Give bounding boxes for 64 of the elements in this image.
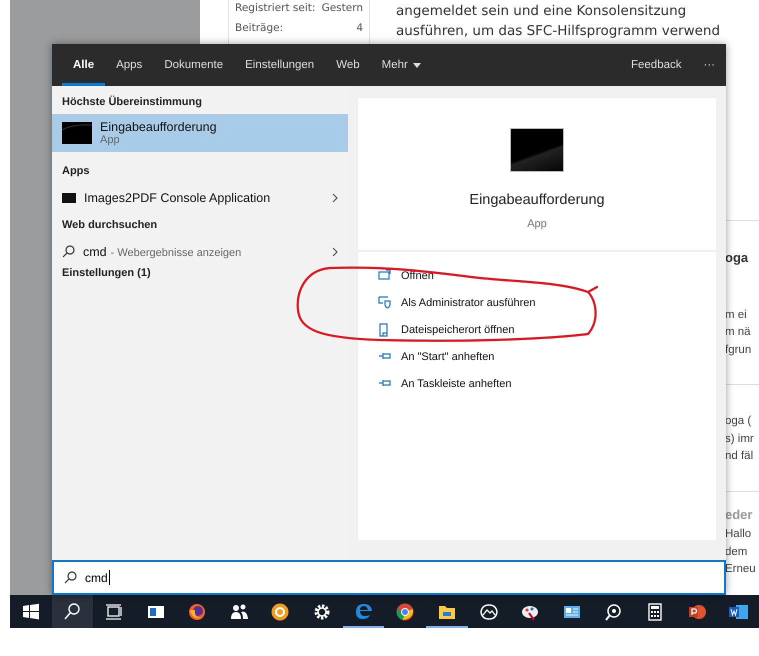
speaker-icon: [603, 602, 624, 622]
post-text: angemeldet sein und eine Konsolensitzung: [396, 2, 688, 21]
section-heading: Höchste Übereinstimmung: [61, 95, 203, 110]
caret-icon: [412, 62, 421, 68]
article-text: oga (: [725, 414, 752, 429]
detail-subtitle: App: [527, 218, 547, 230]
fox-globe-icon: [187, 602, 208, 622]
section-heading: Web durchsuchen: [61, 218, 158, 233]
shield-icon: [378, 296, 391, 310]
result-title: cmd: [83, 244, 107, 258]
article-text: Erneu: [725, 562, 757, 577]
search-icon: [64, 571, 77, 584]
task-view-icon: [104, 602, 124, 622]
settings-icon: [312, 602, 332, 622]
result-item[interactable]: Eingabeaufforderung App: [52, 114, 348, 152]
console-icon: [62, 122, 92, 144]
article-text: dem: [725, 544, 748, 560]
post-text: ausführen, um das SFC-Hilfsprogramm verwend: [396, 22, 720, 41]
ring-icon: [270, 602, 290, 622]
article-text: s) imr: [725, 432, 755, 446]
console-icon: [62, 192, 76, 202]
search-tab[interactable]: Einstellungen: [234, 44, 326, 86]
search-tab[interactable]: Mehr: [370, 44, 432, 86]
profile-label: Beiträge:: [235, 21, 284, 36]
result-item[interactable]: cmd - Webergebnisse anzeigen: [52, 237, 348, 266]
console-preview-icon: [510, 128, 564, 172]
profile-value: Gestern: [322, 1, 363, 16]
search-icon: [62, 245, 75, 258]
article-text: m ei: [725, 308, 748, 322]
taskbar-button[interactable]: [52, 595, 94, 628]
article-text: Hallo: [725, 527, 752, 542]
section-heading: Apps: [61, 164, 90, 179]
people-icon: [228, 602, 249, 622]
windows-icon: [20, 602, 41, 622]
result-title: Images2PDF Console Application: [84, 190, 270, 204]
photo-icon: [478, 602, 498, 622]
action-item[interactable]: Als Administrator ausführen: [378, 289, 536, 316]
article-title: oga: [725, 249, 750, 266]
open-window-icon: [378, 268, 391, 282]
feedback-button[interactable]: Feedback: [620, 44, 692, 86]
article-title: eder: [725, 506, 754, 523]
action-item[interactable]: Dateispeicherort öffnen: [378, 316, 515, 343]
search-tab[interactable]: Dokumente: [153, 44, 234, 86]
article-text: fgrun: [725, 342, 752, 358]
detail-title: Eingabeaufforderung: [469, 192, 605, 208]
more-options-button[interactable]: ···: [692, 44, 726, 86]
article-text: m nä: [725, 325, 752, 340]
profile-label: Registriert seit:: [235, 1, 316, 16]
result-hint: - Webergebnisse anzeigen: [110, 246, 242, 258]
search-tab[interactable]: Web: [325, 44, 371, 86]
result-title: Eingabeaufforderung: [100, 120, 217, 134]
result-subtitle: App: [100, 134, 121, 146]
action-item[interactable]: An "Start" anheften: [378, 343, 494, 370]
chrome-icon: [395, 602, 416, 622]
e-letter-icon: [354, 602, 374, 622]
action-item[interactable]: Öffnen: [378, 262, 434, 289]
result-item[interactable]: Images2PDF Console Application: [52, 183, 348, 212]
action-item[interactable]: An Taskleiste anheften: [378, 370, 512, 397]
article-text: nd fäl: [725, 449, 754, 464]
search-icon: [62, 602, 82, 622]
search-field[interactable]: cmd: [52, 560, 726, 595]
section-heading: Einstellungen (1): [61, 266, 152, 281]
profile-value: 4: [356, 21, 363, 36]
search-tab[interactable]: Apps: [105, 44, 154, 86]
